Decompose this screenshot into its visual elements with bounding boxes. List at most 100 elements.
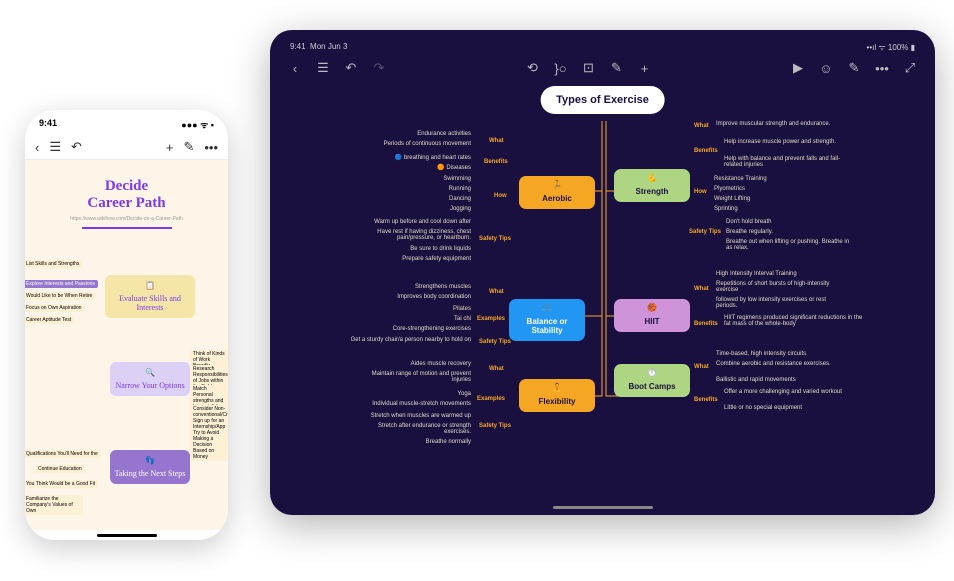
leaf: Get a sturdy chair/a person nearby to ho… — [341, 337, 471, 343]
leaf: Pilates — [453, 306, 471, 312]
label-examples: Examples — [477, 316, 505, 322]
home-indicator[interactable] — [553, 506, 653, 509]
more-icon[interactable]: ••• — [875, 61, 889, 75]
plus-icon[interactable]: + — [638, 61, 652, 75]
leaf: Tai chi — [454, 316, 471, 322]
node-bootcamps[interactable]: ⏱️Boot Camps — [614, 364, 690, 397]
leaf: Qualifications You'll Need for the — [25, 450, 101, 458]
undo-icon[interactable]: ↶ — [71, 139, 82, 155]
leaf: Jogging — [450, 206, 471, 212]
branch-icon[interactable]: ⟲ — [526, 61, 540, 75]
redo-icon[interactable]: ↷ — [372, 61, 386, 75]
phone-device: 9:41 ●●● ᯤ ▪ ‹ ☰ ↶ + ✎ ••• Decide Career… — [25, 110, 228, 540]
leaf: Help with balance and prevent falls and … — [724, 156, 854, 168]
leaf: Offer a more challenging and varied work… — [724, 389, 854, 395]
leaf: Improve muscular strength and endurance. — [716, 121, 836, 127]
phone-toolbar: ‹ ☰ ↶ + ✎ ••• — [25, 135, 228, 160]
leaf: Don't hold breath — [726, 219, 772, 225]
leaf: Little or no special equipment — [724, 405, 802, 411]
leaf: Be sure to drink liquids — [410, 246, 471, 252]
phone-url: https://www.wikihow.com/Decide-on-a-Care… — [35, 216, 218, 222]
leaf: Maintain range of motion and prevent inj… — [351, 371, 471, 383]
leaf: Help increase muscle power and strength. — [724, 139, 844, 145]
pen-icon[interactable]: ✎ — [183, 139, 194, 155]
select-icon[interactable]: ⊡ — [582, 61, 596, 75]
label-what: What — [694, 123, 709, 129]
tablet-canvas[interactable]: Types of Exercise 🏃Aerobic ⚖️Balance or … — [284, 81, 921, 491]
tablet-indicators: ••ıl ᯤ 100% ▮ — [867, 42, 915, 53]
phone-canvas[interactable]: Decide Career Path https://www.wikihow.c… — [25, 160, 228, 530]
leaf: Improves body coordination — [397, 294, 471, 300]
root-node[interactable]: Types of Exercise — [540, 86, 665, 114]
emoji-icon[interactable]: ☺ — [819, 61, 833, 75]
label-how: How — [494, 193, 507, 199]
node-hiit[interactable]: 🏀HIIT — [614, 299, 690, 332]
more-icon[interactable]: ••• — [204, 140, 218, 155]
node-next-steps[interactable]: 👣 Taking the Next Steps — [110, 450, 190, 484]
leaf: Stretch when muscles are warmed up — [371, 413, 471, 419]
bracket-icon[interactable]: }○ — [554, 61, 568, 75]
leaf: Periods of continuous movement — [384, 141, 471, 147]
label-what: What — [489, 138, 504, 144]
leaf: Familiarize the Company's Values of Own — [25, 495, 83, 515]
leaf: Strengthens muscles — [415, 284, 471, 290]
label-how: How — [694, 189, 707, 195]
leaf: Have rest if having dizziness, chest pai… — [351, 229, 471, 241]
phone-title: Decide Career Path — [35, 178, 218, 213]
leaf: Plyometrics — [714, 186, 745, 192]
label-benefits: Benefits — [484, 159, 508, 165]
node-evaluate[interactable]: 📋 Evaluate Skills and Interests — [105, 275, 195, 318]
leaf: Prepare safety equipment — [402, 256, 471, 262]
leaf: Focus on Own Aspiration — [25, 304, 85, 312]
label-what: What — [489, 366, 504, 372]
leaf: Warm up before and cool down after — [374, 219, 471, 225]
leaf: Would Like to be When Retire — [25, 292, 95, 300]
leaf: Running — [449, 186, 471, 192]
leaf: Breathe regularly. — [726, 229, 773, 235]
expand-icon[interactable]: ⤢ — [903, 61, 917, 75]
leaf: Stretch after endurance or strength exer… — [361, 423, 471, 435]
leaf: Explore Interests and Passions — [25, 280, 98, 288]
list-icon[interactable]: ☰ — [49, 139, 61, 155]
play-icon[interactable]: ▶ — [791, 61, 805, 75]
leaf: Weight Lifting — [714, 196, 750, 202]
leaf: Resistance Training — [714, 176, 767, 182]
label-safety: Safety Tips — [689, 229, 721, 235]
home-indicator[interactable] — [97, 534, 157, 537]
back-icon[interactable]: ‹ — [35, 140, 39, 155]
label-what: What — [694, 286, 709, 292]
leaf: Breathe normally — [426, 439, 471, 445]
leaf: Continue Education — [35, 465, 85, 473]
node-balance[interactable]: ⚖️Balance or Stability — [509, 299, 585, 341]
leaf: Swimming — [443, 176, 471, 182]
leaf: Endurance activities — [417, 131, 471, 137]
phone-indicators: ●●● ᯤ ▪ — [181, 118, 214, 131]
label-what: What — [694, 364, 709, 370]
tablet-toolbar: ‹ ☰ ↶ ↷ ⟲ }○ ⊡ ✎ + ▶ ☺ ✎ ••• ⤢ — [284, 55, 921, 81]
label-benefits: Benefits — [694, 397, 718, 403]
leaf: Individual muscle-stretch movements — [372, 401, 471, 407]
leaf: Career Aptitude Test — [25, 316, 74, 324]
node-strength[interactable]: 💪Strength — [614, 169, 690, 202]
leaf: High Intensity Interval Training — [716, 271, 797, 277]
leaf: Try to Avoid Making a Decision Based on … — [190, 429, 228, 461]
label-safety: Safety Tips — [479, 236, 511, 242]
back-icon[interactable]: ‹ — [288, 61, 302, 75]
undo-icon[interactable]: ↶ — [344, 61, 358, 75]
node-flexibility[interactable]: 🧘Flexibility — [519, 379, 595, 412]
plus-icon[interactable]: + — [166, 140, 174, 155]
pen-icon[interactable]: ✎ — [847, 61, 861, 75]
leaf: Aides muscle recovery — [411, 361, 471, 367]
label-examples: Examples — [477, 396, 505, 402]
node-aerobic[interactable]: 🏃Aerobic — [519, 176, 595, 209]
leaf: Sprinting — [714, 206, 738, 212]
leaf: Time-based, high intensity circuits — [716, 351, 806, 357]
label-safety: Safety Tips — [479, 339, 511, 345]
list-icon[interactable]: ☰ — [316, 61, 330, 75]
phone-time: 9:41 — [39, 118, 57, 131]
leaf: HIIT regimens produced significant reduc… — [724, 315, 864, 327]
node-narrow[interactable]: 🔍 Narrow Your Options — [110, 362, 190, 396]
edit-icon[interactable]: ✎ — [610, 61, 624, 75]
leaf: Breathe out when lifting or pushing. Bre… — [726, 239, 856, 251]
label-what: What — [489, 289, 504, 295]
